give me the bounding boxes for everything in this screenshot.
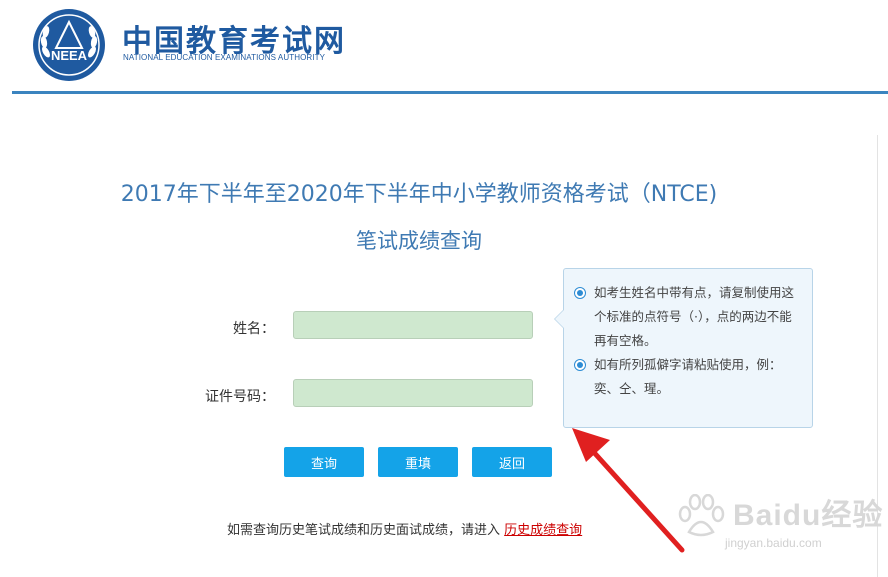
id-number-input[interactable] bbox=[293, 379, 533, 407]
watermark-brand: Baidu经验 bbox=[733, 499, 884, 532]
reset-button[interactable]: 重填 bbox=[378, 447, 458, 477]
history-note: 如需查询历史笔试成绩和历史面试成绩，请进入 历史成绩查询 bbox=[227, 519, 582, 538]
neea-emblem-icon: NEEA bbox=[33, 9, 105, 81]
input-tip-box: 如考生姓名中带有点，请复制使用这个标准的点符号（·），点的两边不能再有空格。 如… bbox=[554, 268, 813, 428]
watermark-url: jingyan.baidu.com bbox=[725, 536, 822, 550]
name-label: 姓名： bbox=[233, 321, 275, 337]
baidu-paw-icon bbox=[678, 494, 725, 537]
site-header: NEEA 中国教育考试网 NATIONAL EDUCATION EXAMINAT… bbox=[0, 0, 888, 95]
history-note-text: 如需查询历史笔试成绩和历史面试成绩，请进入 bbox=[227, 523, 501, 538]
baidu-watermark: Baidu经验 jingyan.baidu.com bbox=[675, 490, 882, 560]
tip-text-rare-chars: 如有所列孤僻字请粘贴使用，例：奕、仝、瑆。 bbox=[594, 357, 782, 396]
back-button[interactable]: 返回 bbox=[472, 447, 552, 477]
emblem-text: NEEA bbox=[51, 48, 88, 63]
radio-bullet-icon bbox=[574, 359, 586, 371]
tip-item: 如有所列孤僻字请粘贴使用，例：奕、仝、瑆。 bbox=[574, 353, 804, 401]
tip-pointer bbox=[554, 309, 564, 329]
tip-item: 如考生姓名中带有点，请复制使用这个标准的点符号（·），点的两边不能再有空格。 bbox=[574, 281, 804, 353]
query-button[interactable]: 查询 bbox=[284, 447, 364, 477]
page-subtitle: 笔试成绩查询 bbox=[356, 229, 482, 253]
header-divider bbox=[12, 91, 888, 94]
name-input[interactable] bbox=[293, 311, 533, 339]
radio-bullet-icon bbox=[574, 287, 586, 299]
page-title: 2017年下半年至2020年下半年中小学教师资格考试（NTCE) bbox=[120, 182, 718, 207]
tip-text-dot-symbol: 如考生姓名中带有点，请复制使用这个标准的点符号（·），点的两边不能再有空格。 bbox=[594, 285, 795, 348]
site-logo-subtitle: NATIONAL EDUCATION EXAMINATIONS AUTHORIT… bbox=[123, 53, 326, 62]
id-number-label: 证件号码： bbox=[205, 389, 275, 405]
